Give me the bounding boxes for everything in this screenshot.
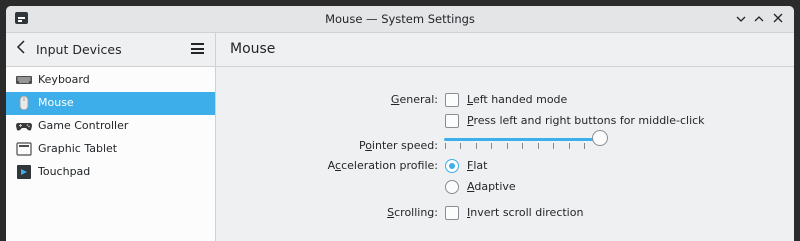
chevron-left-icon bbox=[16, 40, 25, 54]
middle-click-checkbox[interactable] bbox=[445, 114, 459, 128]
flat-rest: lat bbox=[473, 159, 488, 172]
sidebar: Input Devices Keyboard Mouse Game Contro… bbox=[6, 33, 216, 241]
slider-tick bbox=[507, 143, 508, 149]
acceleration-label-rest: celeration profile: bbox=[341, 159, 438, 172]
pointer-speed-label: Pointer speed: bbox=[238, 139, 438, 152]
general-label-rest: eneral: bbox=[399, 93, 438, 106]
left-handed-checkbox[interactable] bbox=[445, 93, 459, 107]
slider-tick bbox=[460, 143, 461, 149]
adaptive-rest: daptive bbox=[474, 180, 516, 193]
menu-icon-bar bbox=[191, 43, 204, 45]
scrolling-label-rest: crolling: bbox=[394, 206, 438, 219]
sidebar-item-label: Graphic Tablet bbox=[38, 142, 118, 155]
touchpad-icon bbox=[17, 165, 31, 179]
chevron-down-icon bbox=[736, 16, 746, 22]
tablet-icon bbox=[16, 142, 32, 156]
page-title: Mouse bbox=[230, 41, 276, 57]
flat-radio[interactable] bbox=[445, 159, 459, 173]
invert-scroll-checkbox[interactable] bbox=[445, 206, 459, 220]
general-label: General: bbox=[238, 93, 438, 106]
sidebar-title: Input Devices bbox=[36, 42, 122, 57]
main-content: Mouse General: Left handed mode Press le… bbox=[216, 33, 794, 241]
close-button[interactable] bbox=[770, 11, 786, 27]
hamburger-menu-button[interactable] bbox=[191, 43, 204, 54]
sidebar-header: Input Devices bbox=[6, 33, 215, 67]
slider-tick bbox=[491, 143, 492, 149]
back-button[interactable] bbox=[16, 40, 26, 57]
sidebar-item-touchpad[interactable]: Touchpad bbox=[6, 161, 215, 184]
slider-tick bbox=[445, 143, 446, 149]
slider-tick bbox=[522, 143, 523, 149]
slider-handle[interactable] bbox=[592, 130, 608, 146]
gamepad-icon bbox=[16, 123, 32, 131]
menu-icon-bar bbox=[191, 52, 204, 54]
slider-tick bbox=[584, 143, 585, 149]
menu-icon-bar bbox=[191, 47, 204, 50]
sidebar-item-game-controller[interactable]: Game Controller bbox=[6, 115, 215, 138]
sidebar-item-label: Game Controller bbox=[38, 119, 129, 132]
system-settings-window: Mouse — System Settings Input Devices Ke… bbox=[6, 6, 794, 241]
minimize-button[interactable] bbox=[733, 11, 749, 27]
invert-scroll-label[interactable]: Invert scroll direction bbox=[467, 206, 583, 219]
sidebar-item-label: Keyboard bbox=[38, 73, 90, 86]
mouse-icon bbox=[19, 96, 29, 110]
adaptive-radio[interactable] bbox=[445, 180, 459, 194]
slider-track[interactable] bbox=[444, 138, 602, 141]
flat-label[interactable]: Flat bbox=[467, 159, 487, 172]
left-handed-rest: eft handed mode bbox=[472, 93, 568, 106]
acceleration-profile-label: Acceleration profile: bbox=[238, 159, 438, 172]
sidebar-item-label: Mouse bbox=[38, 96, 74, 109]
middle-click-rest: ress left and right buttons for middle-c… bbox=[473, 114, 705, 127]
adaptive-label[interactable]: Adaptive bbox=[467, 180, 516, 193]
close-icon bbox=[773, 13, 783, 23]
slider-tick bbox=[553, 143, 554, 149]
middle-click-label[interactable]: Press left and right buttons for middle-… bbox=[467, 114, 705, 127]
sidebar-item-mouse[interactable]: Mouse bbox=[6, 92, 215, 115]
pointer-speed-label-rest: inter speed: bbox=[371, 139, 438, 152]
slider-tick bbox=[538, 143, 539, 149]
window-title: Mouse — System Settings bbox=[325, 12, 475, 26]
pointer-speed-accel: o bbox=[365, 139, 372, 152]
sidebar-item-label: Touchpad bbox=[38, 165, 91, 178]
keyboard-icon bbox=[16, 76, 32, 84]
sidebar-item-keyboard[interactable]: Keyboard bbox=[6, 69, 215, 92]
title-bar[interactable]: Mouse — System Settings bbox=[6, 6, 794, 33]
maximize-button[interactable] bbox=[751, 11, 767, 27]
left-handed-label[interactable]: Left handed mode bbox=[467, 93, 567, 106]
scrolling-label: Scrolling: bbox=[238, 206, 438, 219]
chevron-up-icon bbox=[754, 16, 764, 22]
page-header: Mouse bbox=[216, 33, 794, 67]
invert-scroll-rest: nvert scroll direction bbox=[470, 206, 584, 219]
slider-tick bbox=[476, 143, 477, 149]
sidebar-item-graphic-tablet[interactable]: Graphic Tablet bbox=[6, 138, 215, 161]
slider-tick bbox=[569, 143, 570, 149]
acceleration-label-pre: A bbox=[327, 159, 336, 172]
